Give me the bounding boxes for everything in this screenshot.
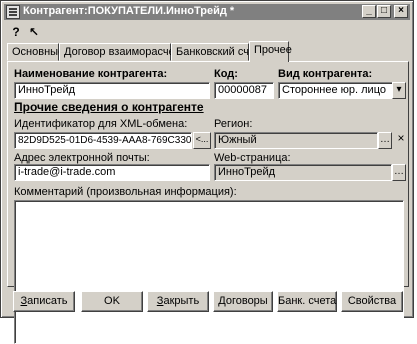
clear-icon[interactable]: × (394, 132, 408, 149)
tab-panel-other: Наименование контрагента: ИнноТрейд Код:… (7, 61, 409, 344)
name-field[interactable]: ИнноТрейд (14, 82, 210, 99)
comment-textarea[interactable] (14, 200, 404, 344)
kind-label: Вид контрагента: (278, 68, 373, 80)
tab-contract[interactable]: Договор взаиморасчетов (59, 43, 191, 61)
write-button[interactable]: Записать (13, 291, 75, 312)
region-field[interactable]: Южный (214, 132, 378, 149)
xml-id-label: Идентификатор для XML-обмена: (14, 118, 188, 130)
chevron-down-icon[interactable]: ▾ (392, 82, 406, 99)
tab-other[interactable]: Прочее (249, 41, 292, 62)
xml-id-field[interactable]: 82D9D525-01D6-4539-AAA8-769C330D88F8 (14, 132, 192, 149)
code-label: Код: (214, 68, 238, 80)
maximize-button[interactable]: □ (377, 5, 391, 18)
region-select-button[interactable]: … (378, 132, 392, 149)
web-select-button[interactable]: … (392, 164, 406, 181)
web-field[interactable]: ИнноТрейд (214, 164, 392, 181)
close-button-label: акрыть (163, 295, 200, 307)
region-label: Регион: (214, 118, 253, 130)
pointer-help-icon[interactable]: ↖ (27, 25, 41, 39)
comment-label: Комментарий (произвольная информация): (14, 186, 237, 198)
bank-accounts-button[interactable]: Банк. счета (277, 291, 337, 312)
code-field[interactable]: 00000087 (214, 82, 274, 99)
document-icon (6, 5, 20, 19)
minimize-button[interactable]: _ (362, 5, 376, 18)
close-button[interactable]: Закрыть (147, 291, 209, 312)
help-icon[interactable]: ? (9, 25, 23, 39)
name-label: Наименование контрагента: (14, 68, 168, 80)
kind-select[interactable]: Стороннее юр. лицо (278, 82, 394, 99)
counterparty-window: Контрагент:ПОКУПАТЕЛИ.ИнноТрейд * _ □ × … (0, 0, 414, 344)
email-field[interactable]: i-trade@i-trade.com (14, 164, 210, 181)
contracts-button[interactable]: Договоры (213, 291, 273, 312)
section-title: Прочие сведения о контрагенте (14, 100, 204, 114)
title-bar: Контрагент:ПОКУПАТЕЛИ.ИнноТрейд * _ □ × (4, 4, 410, 20)
web-label: Web-страница: (214, 152, 291, 164)
xml-generate-button[interactable]: <... (193, 132, 211, 149)
email-label: Адрес электронной почты: (14, 152, 150, 164)
window-title: Контрагент:ПОКУПАТЕЛИ.ИнноТрейд * (23, 5, 235, 17)
tab-main[interactable]: Основные (7, 43, 64, 61)
tab-bank-account[interactable]: Банковский счет (171, 43, 260, 61)
properties-button[interactable]: Свойства (341, 291, 403, 312)
ok-button[interactable]: OK (81, 291, 143, 312)
write-button-label: аписать (27, 295, 68, 307)
close-window-button[interactable]: × (394, 5, 408, 18)
